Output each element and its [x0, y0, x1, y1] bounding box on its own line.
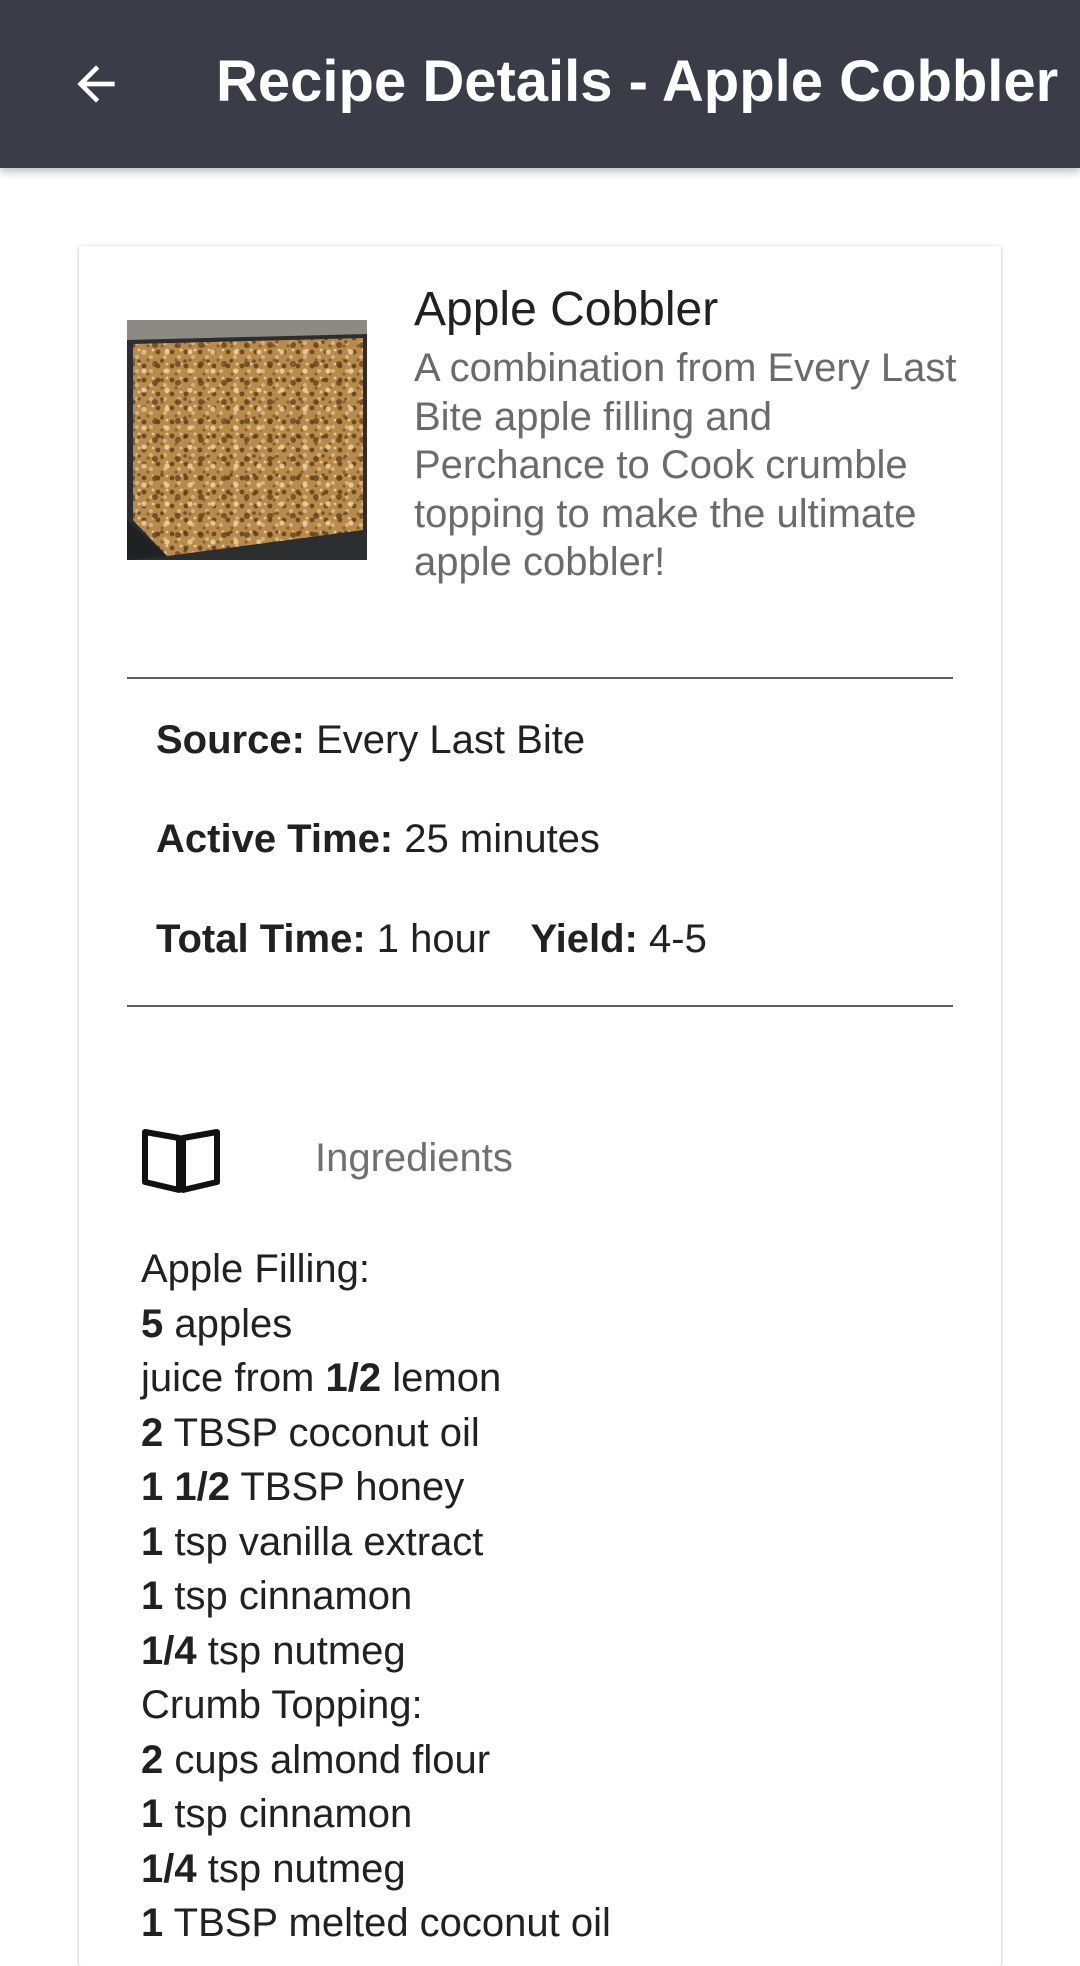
ingredient-item: 1 1/2 TBSP honey — [141, 1460, 961, 1515]
open-book-icon — [142, 1129, 220, 1193]
recipe-description: A combination from Every Last Bite apple… — [414, 346, 957, 584]
ingredient-text: TBSP honey — [240, 1465, 465, 1509]
yield-label: Yield: — [530, 917, 638, 961]
app-bar: Recipe Details - Apple Cobbler — [0, 0, 1080, 168]
ingredient-item: 1 tsp vanilla extract — [141, 1515, 961, 1570]
ingredient-quantity: 2 — [141, 1737, 164, 1782]
ingredient-quantity: 1 — [141, 1519, 164, 1564]
ingredient-text: tsp nutmeg — [207, 1628, 406, 1673]
active-time-value: 25 minutes — [404, 817, 600, 861]
ingredient-quantity: 1 — [141, 1574, 164, 1618]
ingredient-quantity: 1 — [141, 1792, 164, 1836]
ingredient-quantity: 1 1/2 — [141, 1465, 230, 1509]
ingredient-item: 2 TBSP coconut oil — [141, 1406, 961, 1461]
ingredient-text: tsp nutmeg — [207, 1846, 406, 1891]
ingredient-text: TBSP melted coconut oil — [173, 1901, 611, 1945]
source-value: Every Last Bite — [316, 718, 586, 762]
ingredient-text: cups almond flour — [174, 1737, 491, 1782]
ingredient-quantity: 2 — [141, 1410, 164, 1455]
ingredient-item: 1 tsp cinnamon — [141, 1569, 961, 1624]
page-title: Recipe Details - Apple Cobbler — [216, 49, 1059, 114]
ingredient-text: apples — [174, 1301, 293, 1346]
divider — [127, 677, 953, 679]
ingredients-heading: Ingredients — [315, 1136, 513, 1180]
active-time-row: Active Time: 25 minutes — [156, 817, 600, 862]
ingredient-item: 1/4 tsp nutmeg — [141, 1624, 961, 1679]
recipe-card: Apple Cobbler A combination from Every L… — [79, 246, 1001, 1966]
ingredient-list: Apple Filling: 5 apples juice from 1/2 lem… — [141, 1242, 961, 1951]
ingredient-text: TBSP coconut oil — [173, 1410, 480, 1455]
ingredient-quantity: 5 — [141, 1301, 164, 1346]
ingredient-item: juice from 1/2 lemon — [141, 1351, 961, 1406]
total-time-label: Total Time: — [156, 917, 366, 961]
ingredient-item: 1 tsp cinnamon — [141, 1787, 961, 1842]
ingredient-item: Crumb Topping: — [141, 1678, 961, 1733]
source-row: Source: Every Last Bite — [156, 718, 585, 763]
yield-value: 4-5 — [649, 917, 707, 961]
ingredient-quantity: 1/4 — [141, 1846, 197, 1891]
divider — [127, 1005, 953, 1007]
recipe-name: Apple Cobbler — [414, 283, 719, 336]
total-time-value: 1 hour — [376, 917, 491, 961]
ingredient-item: Apple Filling: — [141, 1242, 961, 1297]
ingredient-text: Apple Filling: — [141, 1247, 371, 1291]
ingredient-item: 2 cups almond flour — [141, 1733, 961, 1788]
source-label: Source: — [156, 718, 305, 762]
ingredient-text: tsp cinnamon — [174, 1792, 413, 1836]
ingredient-quantity: 1 — [141, 1901, 164, 1945]
arrow-left-icon — [77, 65, 115, 103]
ingredient-quantity: 1/4 — [141, 1628, 197, 1673]
time-yield-row: Total Time: 1 hour Yield: 4-5 — [156, 917, 707, 962]
ingredient-text: tsp vanilla extract — [174, 1519, 484, 1564]
ingredient-text: tsp cinnamon — [174, 1574, 413, 1618]
ingredient-quantity: 1/2 — [325, 1356, 382, 1400]
active-time-label: Active Time: — [156, 817, 394, 861]
ingredient-item: 5 apples — [141, 1297, 961, 1352]
ingredient-prefix: juice from — [141, 1356, 315, 1400]
ingredient-item: 1/4 tsp nutmeg — [141, 1842, 961, 1897]
recipe-image[interactable] — [127, 320, 367, 560]
back-button[interactable] — [48, 36, 144, 132]
ingredient-text: Crumb Topping: — [141, 1683, 423, 1727]
ingredient-item: 1 TBSP melted coconut oil — [141, 1896, 961, 1951]
ingredient-text: lemon — [392, 1356, 502, 1400]
